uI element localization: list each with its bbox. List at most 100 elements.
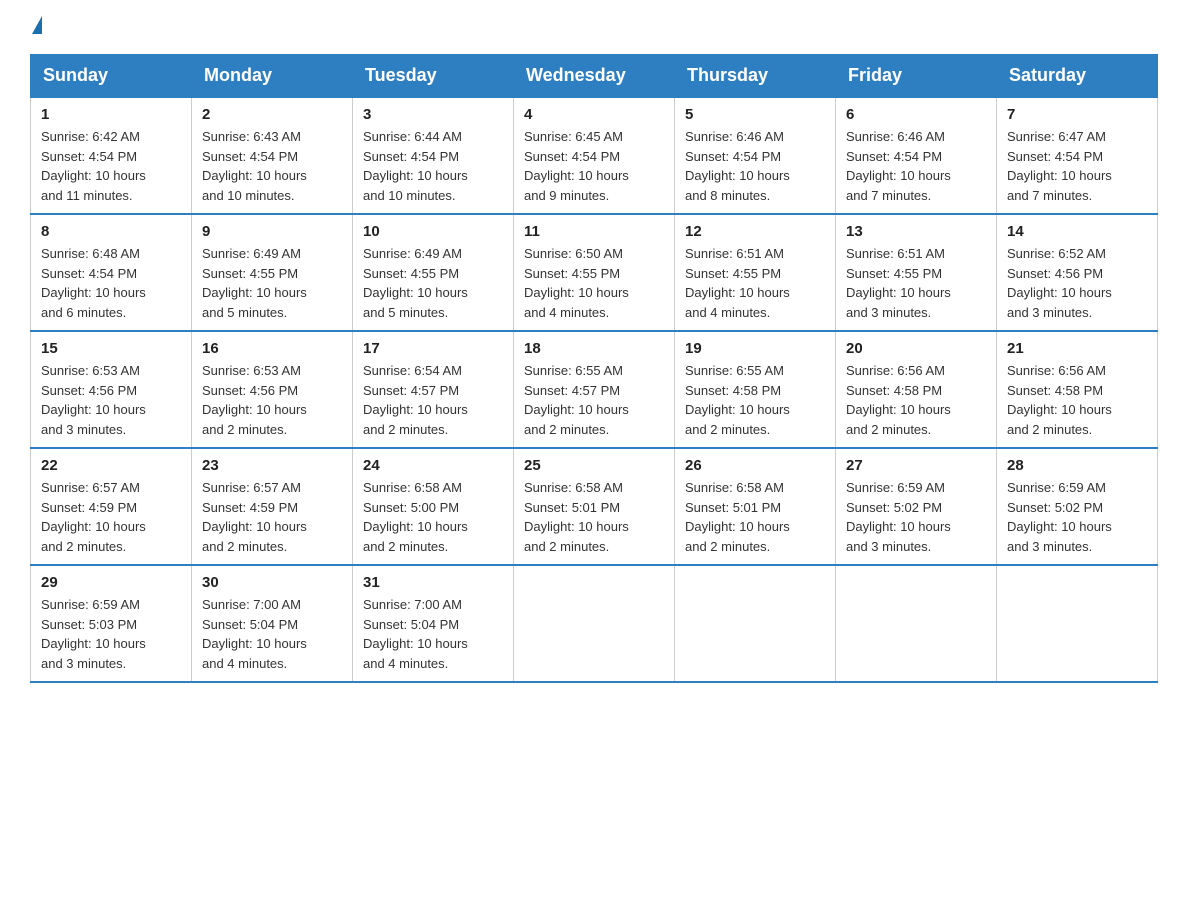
day-number: 13 <box>846 223 986 240</box>
logo <box>30 20 42 34</box>
day-number: 11 <box>524 223 664 240</box>
calendar-week-row: 22 Sunrise: 6:57 AMSunset: 4:59 PMDayligh… <box>31 448 1158 565</box>
day-number: 12 <box>685 223 825 240</box>
day-info: Sunrise: 6:56 AMSunset: 4:58 PMDaylight:… <box>846 361 986 439</box>
calendar-week-row: 15 Sunrise: 6:53 AMSunset: 4:56 PMDayligh… <box>31 331 1158 448</box>
calendar-cell <box>997 565 1158 682</box>
calendar-cell: 14 Sunrise: 6:52 AMSunset: 4:56 PMDayligh… <box>997 214 1158 331</box>
day-info: Sunrise: 6:49 AMSunset: 4:55 PMDaylight:… <box>363 244 503 322</box>
calendar-cell: 13 Sunrise: 6:51 AMSunset: 4:55 PMDayligh… <box>836 214 997 331</box>
calendar-cell <box>836 565 997 682</box>
calendar-week-row: 1 Sunrise: 6:42 AMSunset: 4:54 PMDaylight… <box>31 97 1158 214</box>
day-number: 8 <box>41 223 181 240</box>
calendar-cell: 24Sunrise: 6:58 AMSunset: 5:00 PMDayligh… <box>353 448 514 565</box>
calendar-cell: 18 Sunrise: 6:55 AMSunset: 4:57 PMDayligh… <box>514 331 675 448</box>
day-info: Sunrise: 6:52 AMSunset: 4:56 PMDaylight:… <box>1007 244 1147 322</box>
calendar-cell: 19Sunrise: 6:55 AMSunset: 4:58 PMDayligh… <box>675 331 836 448</box>
calendar-cell: 9 Sunrise: 6:49 AMSunset: 4:55 PMDaylight… <box>192 214 353 331</box>
day-number: 24 <box>363 457 503 474</box>
day-info: Sunrise: 6:44 AMSunset: 4:54 PMDaylight:… <box>363 127 503 205</box>
day-number: 18 <box>524 340 664 357</box>
page-header <box>30 20 1158 34</box>
day-info: Sunrise: 6:46 AMSunset: 4:54 PMDaylight:… <box>846 127 986 205</box>
calendar-cell: 1 Sunrise: 6:42 AMSunset: 4:54 PMDaylight… <box>31 97 192 214</box>
day-number: 2 <box>202 106 342 123</box>
day-number: 15 <box>41 340 181 357</box>
calendar-cell: 25Sunrise: 6:58 AMSunset: 5:01 PMDayligh… <box>514 448 675 565</box>
day-info: Sunrise: 6:46 AMSunset: 4:54 PMDaylight:… <box>685 127 825 205</box>
calendar-week-row: 29 Sunrise: 6:59 AMSunset: 5:03 PMDayligh… <box>31 565 1158 682</box>
day-info: Sunrise: 6:59 AMSunset: 5:02 PMDaylight:… <box>846 478 986 556</box>
day-number: 29 <box>41 574 181 591</box>
calendar-header-row: SundayMondayTuesdayWednesdayThursdayFrid… <box>31 55 1158 98</box>
day-info: Sunrise: 6:57 AMSunset: 4:59 PMDaylight:… <box>41 478 181 556</box>
day-number: 31 <box>363 574 503 591</box>
calendar-cell: 12 Sunrise: 6:51 AMSunset: 4:55 PMDayligh… <box>675 214 836 331</box>
day-number: 21 <box>1007 340 1147 357</box>
day-number: 27 <box>846 457 986 474</box>
calendar-cell: 22 Sunrise: 6:57 AMSunset: 4:59 PMDayligh… <box>31 448 192 565</box>
calendar-cell: 16Sunrise: 6:53 AMSunset: 4:56 PMDayligh… <box>192 331 353 448</box>
calendar-cell: 3 Sunrise: 6:44 AMSunset: 4:54 PMDaylight… <box>353 97 514 214</box>
calendar-cell: 15 Sunrise: 6:53 AMSunset: 4:56 PMDayligh… <box>31 331 192 448</box>
day-info: Sunrise: 6:45 AMSunset: 4:54 PMDaylight:… <box>524 127 664 205</box>
calendar-cell: 4 Sunrise: 6:45 AMSunset: 4:54 PMDaylight… <box>514 97 675 214</box>
col-header-tuesday: Tuesday <box>353 55 514 98</box>
calendar-week-row: 8 Sunrise: 6:48 AMSunset: 4:54 PMDaylight… <box>31 214 1158 331</box>
day-info: Sunrise: 6:47 AMSunset: 4:54 PMDaylight:… <box>1007 127 1147 205</box>
day-number: 4 <box>524 106 664 123</box>
day-info: Sunrise: 7:00 AMSunset: 5:04 PMDaylight:… <box>202 595 342 673</box>
day-number: 22 <box>41 457 181 474</box>
day-info: Sunrise: 6:59 AMSunset: 5:03 PMDaylight:… <box>41 595 181 673</box>
day-number: 7 <box>1007 106 1147 123</box>
day-number: 9 <box>202 223 342 240</box>
calendar-cell: 11Sunrise: 6:50 AMSunset: 4:55 PMDayligh… <box>514 214 675 331</box>
calendar-cell <box>514 565 675 682</box>
calendar-cell: 30 Sunrise: 7:00 AMSunset: 5:04 PMDayligh… <box>192 565 353 682</box>
calendar-table: SundayMondayTuesdayWednesdayThursdayFrid… <box>30 54 1158 683</box>
day-info: Sunrise: 6:58 AMSunset: 5:01 PMDaylight:… <box>685 478 825 556</box>
calendar-cell: 29 Sunrise: 6:59 AMSunset: 5:03 PMDayligh… <box>31 565 192 682</box>
day-info: Sunrise: 6:55 AMSunset: 4:57 PMDaylight:… <box>524 361 664 439</box>
col-header-monday: Monday <box>192 55 353 98</box>
day-info: Sunrise: 6:48 AMSunset: 4:54 PMDaylight:… <box>41 244 181 322</box>
calendar-cell: 31 Sunrise: 7:00 AMSunset: 5:04 PMDayligh… <box>353 565 514 682</box>
day-info: Sunrise: 6:59 AMSunset: 5:02 PMDaylight:… <box>1007 478 1147 556</box>
col-header-sunday: Sunday <box>31 55 192 98</box>
calendar-cell <box>675 565 836 682</box>
day-number: 20 <box>846 340 986 357</box>
day-number: 30 <box>202 574 342 591</box>
calendar-cell: 28 Sunrise: 6:59 AMSunset: 5:02 PMDayligh… <box>997 448 1158 565</box>
day-number: 28 <box>1007 457 1147 474</box>
day-number: 17 <box>363 340 503 357</box>
day-info: Sunrise: 6:42 AMSunset: 4:54 PMDaylight:… <box>41 127 181 205</box>
day-info: Sunrise: 6:54 AMSunset: 4:57 PMDaylight:… <box>363 361 503 439</box>
day-number: 1 <box>41 106 181 123</box>
day-info: Sunrise: 6:51 AMSunset: 4:55 PMDaylight:… <box>846 244 986 322</box>
col-header-friday: Friday <box>836 55 997 98</box>
day-number: 19 <box>685 340 825 357</box>
calendar-cell: 27 Sunrise: 6:59 AMSunset: 5:02 PMDayligh… <box>836 448 997 565</box>
calendar-cell: 2Sunrise: 6:43 AMSunset: 4:54 PMDaylight… <box>192 97 353 214</box>
day-info: Sunrise: 6:53 AMSunset: 4:56 PMDaylight:… <box>41 361 181 439</box>
day-info: Sunrise: 6:51 AMSunset: 4:55 PMDaylight:… <box>685 244 825 322</box>
calendar-cell: 23Sunrise: 6:57 AMSunset: 4:59 PMDayligh… <box>192 448 353 565</box>
day-number: 26 <box>685 457 825 474</box>
day-info: Sunrise: 7:00 AMSunset: 5:04 PMDaylight:… <box>363 595 503 673</box>
day-info: Sunrise: 6:53 AMSunset: 4:56 PMDaylight:… <box>202 361 342 439</box>
day-number: 25 <box>524 457 664 474</box>
col-header-saturday: Saturday <box>997 55 1158 98</box>
day-number: 14 <box>1007 223 1147 240</box>
day-number: 10 <box>363 223 503 240</box>
logo-triangle-icon <box>32 16 42 34</box>
calendar-cell: 20 Sunrise: 6:56 AMSunset: 4:58 PMDayligh… <box>836 331 997 448</box>
calendar-cell: 21 Sunrise: 6:56 AMSunset: 4:58 PMDayligh… <box>997 331 1158 448</box>
day-number: 6 <box>846 106 986 123</box>
day-info: Sunrise: 6:56 AMSunset: 4:58 PMDaylight:… <box>1007 361 1147 439</box>
calendar-cell: 8 Sunrise: 6:48 AMSunset: 4:54 PMDaylight… <box>31 214 192 331</box>
day-info: Sunrise: 6:49 AMSunset: 4:55 PMDaylight:… <box>202 244 342 322</box>
calendar-cell: 5Sunrise: 6:46 AMSunset: 4:54 PMDaylight… <box>675 97 836 214</box>
col-header-wednesday: Wednesday <box>514 55 675 98</box>
day-number: 23 <box>202 457 342 474</box>
day-number: 3 <box>363 106 503 123</box>
